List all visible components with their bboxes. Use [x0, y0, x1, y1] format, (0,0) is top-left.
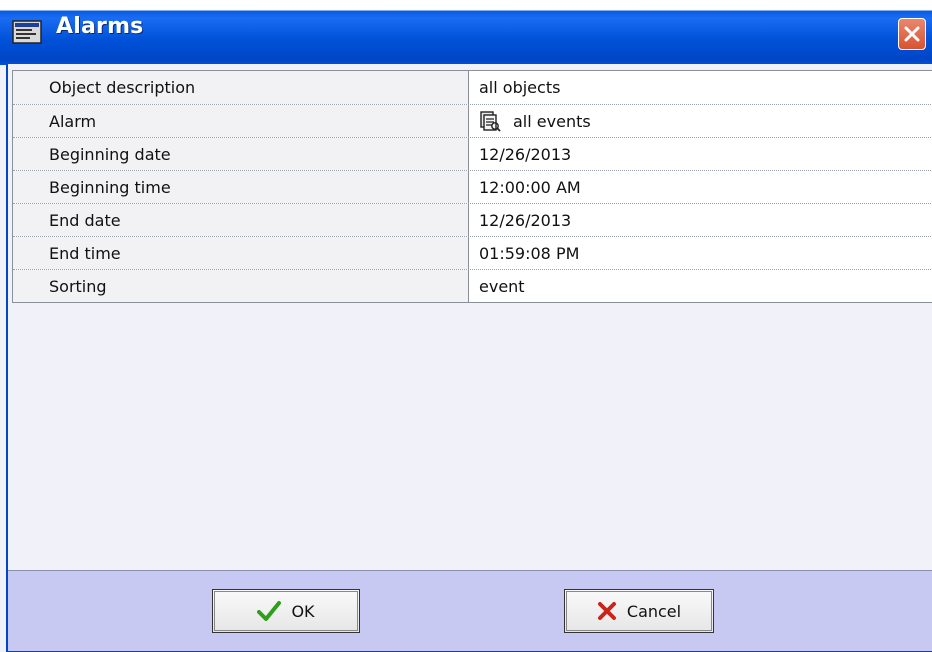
property-grid: Object description all objects Alarm all…: [12, 70, 932, 303]
cancel-button[interactable]: Cancel: [564, 589, 714, 633]
grid-row-alarm[interactable]: Alarm all events: [13, 104, 932, 137]
property-label: End time: [13, 237, 469, 269]
property-label: End date: [13, 204, 469, 236]
grid-row-object-description[interactable]: Object description all objects: [13, 71, 932, 104]
event-list-icon: [480, 111, 501, 132]
property-label: Beginning date: [13, 138, 469, 170]
window-app-icon: [12, 20, 42, 44]
grid-row-end-time[interactable]: End time 01:59:08 PM: [13, 236, 932, 269]
grid-row-beginning-date[interactable]: Beginning date 12/26/2013: [13, 137, 932, 170]
property-value[interactable]: 01:59:08 PM: [469, 237, 932, 269]
property-value[interactable]: all objects: [469, 71, 932, 104]
property-label: Beginning time: [13, 171, 469, 203]
close-icon: [904, 26, 920, 42]
x-icon: [597, 602, 616, 620]
window-title: Alarms: [56, 14, 144, 39]
alarm-value-text: all events: [513, 111, 591, 131]
cancel-button-label: Cancel: [626, 601, 682, 621]
property-label: Alarm: [13, 105, 469, 137]
property-value-alarm[interactable]: all events: [469, 105, 932, 137]
alarms-dialog: Alarms Object description all objects Al…: [0, 0, 932, 652]
ok-button-label: OK: [291, 601, 315, 621]
property-value[interactable]: 12/26/2013: [469, 138, 932, 170]
grid-row-sorting[interactable]: Sorting event: [13, 269, 932, 302]
property-label: Sorting: [13, 270, 469, 302]
title-bar[interactable]: Alarms: [0, 0, 932, 65]
property-label: Object description: [13, 71, 469, 104]
checkmark-icon: [257, 601, 282, 621]
property-value[interactable]: 12/26/2013: [469, 204, 932, 236]
property-value[interactable]: 12:00:00 AM: [469, 171, 932, 203]
button-bar: OK Cancel: [8, 570, 932, 651]
ok-button[interactable]: OK: [212, 589, 360, 633]
close-button[interactable]: [898, 18, 926, 50]
property-value[interactable]: event: [469, 270, 932, 302]
grid-row-beginning-time[interactable]: Beginning time 12:00:00 AM: [13, 170, 932, 203]
grid-row-end-date[interactable]: End date 12/26/2013: [13, 203, 932, 236]
